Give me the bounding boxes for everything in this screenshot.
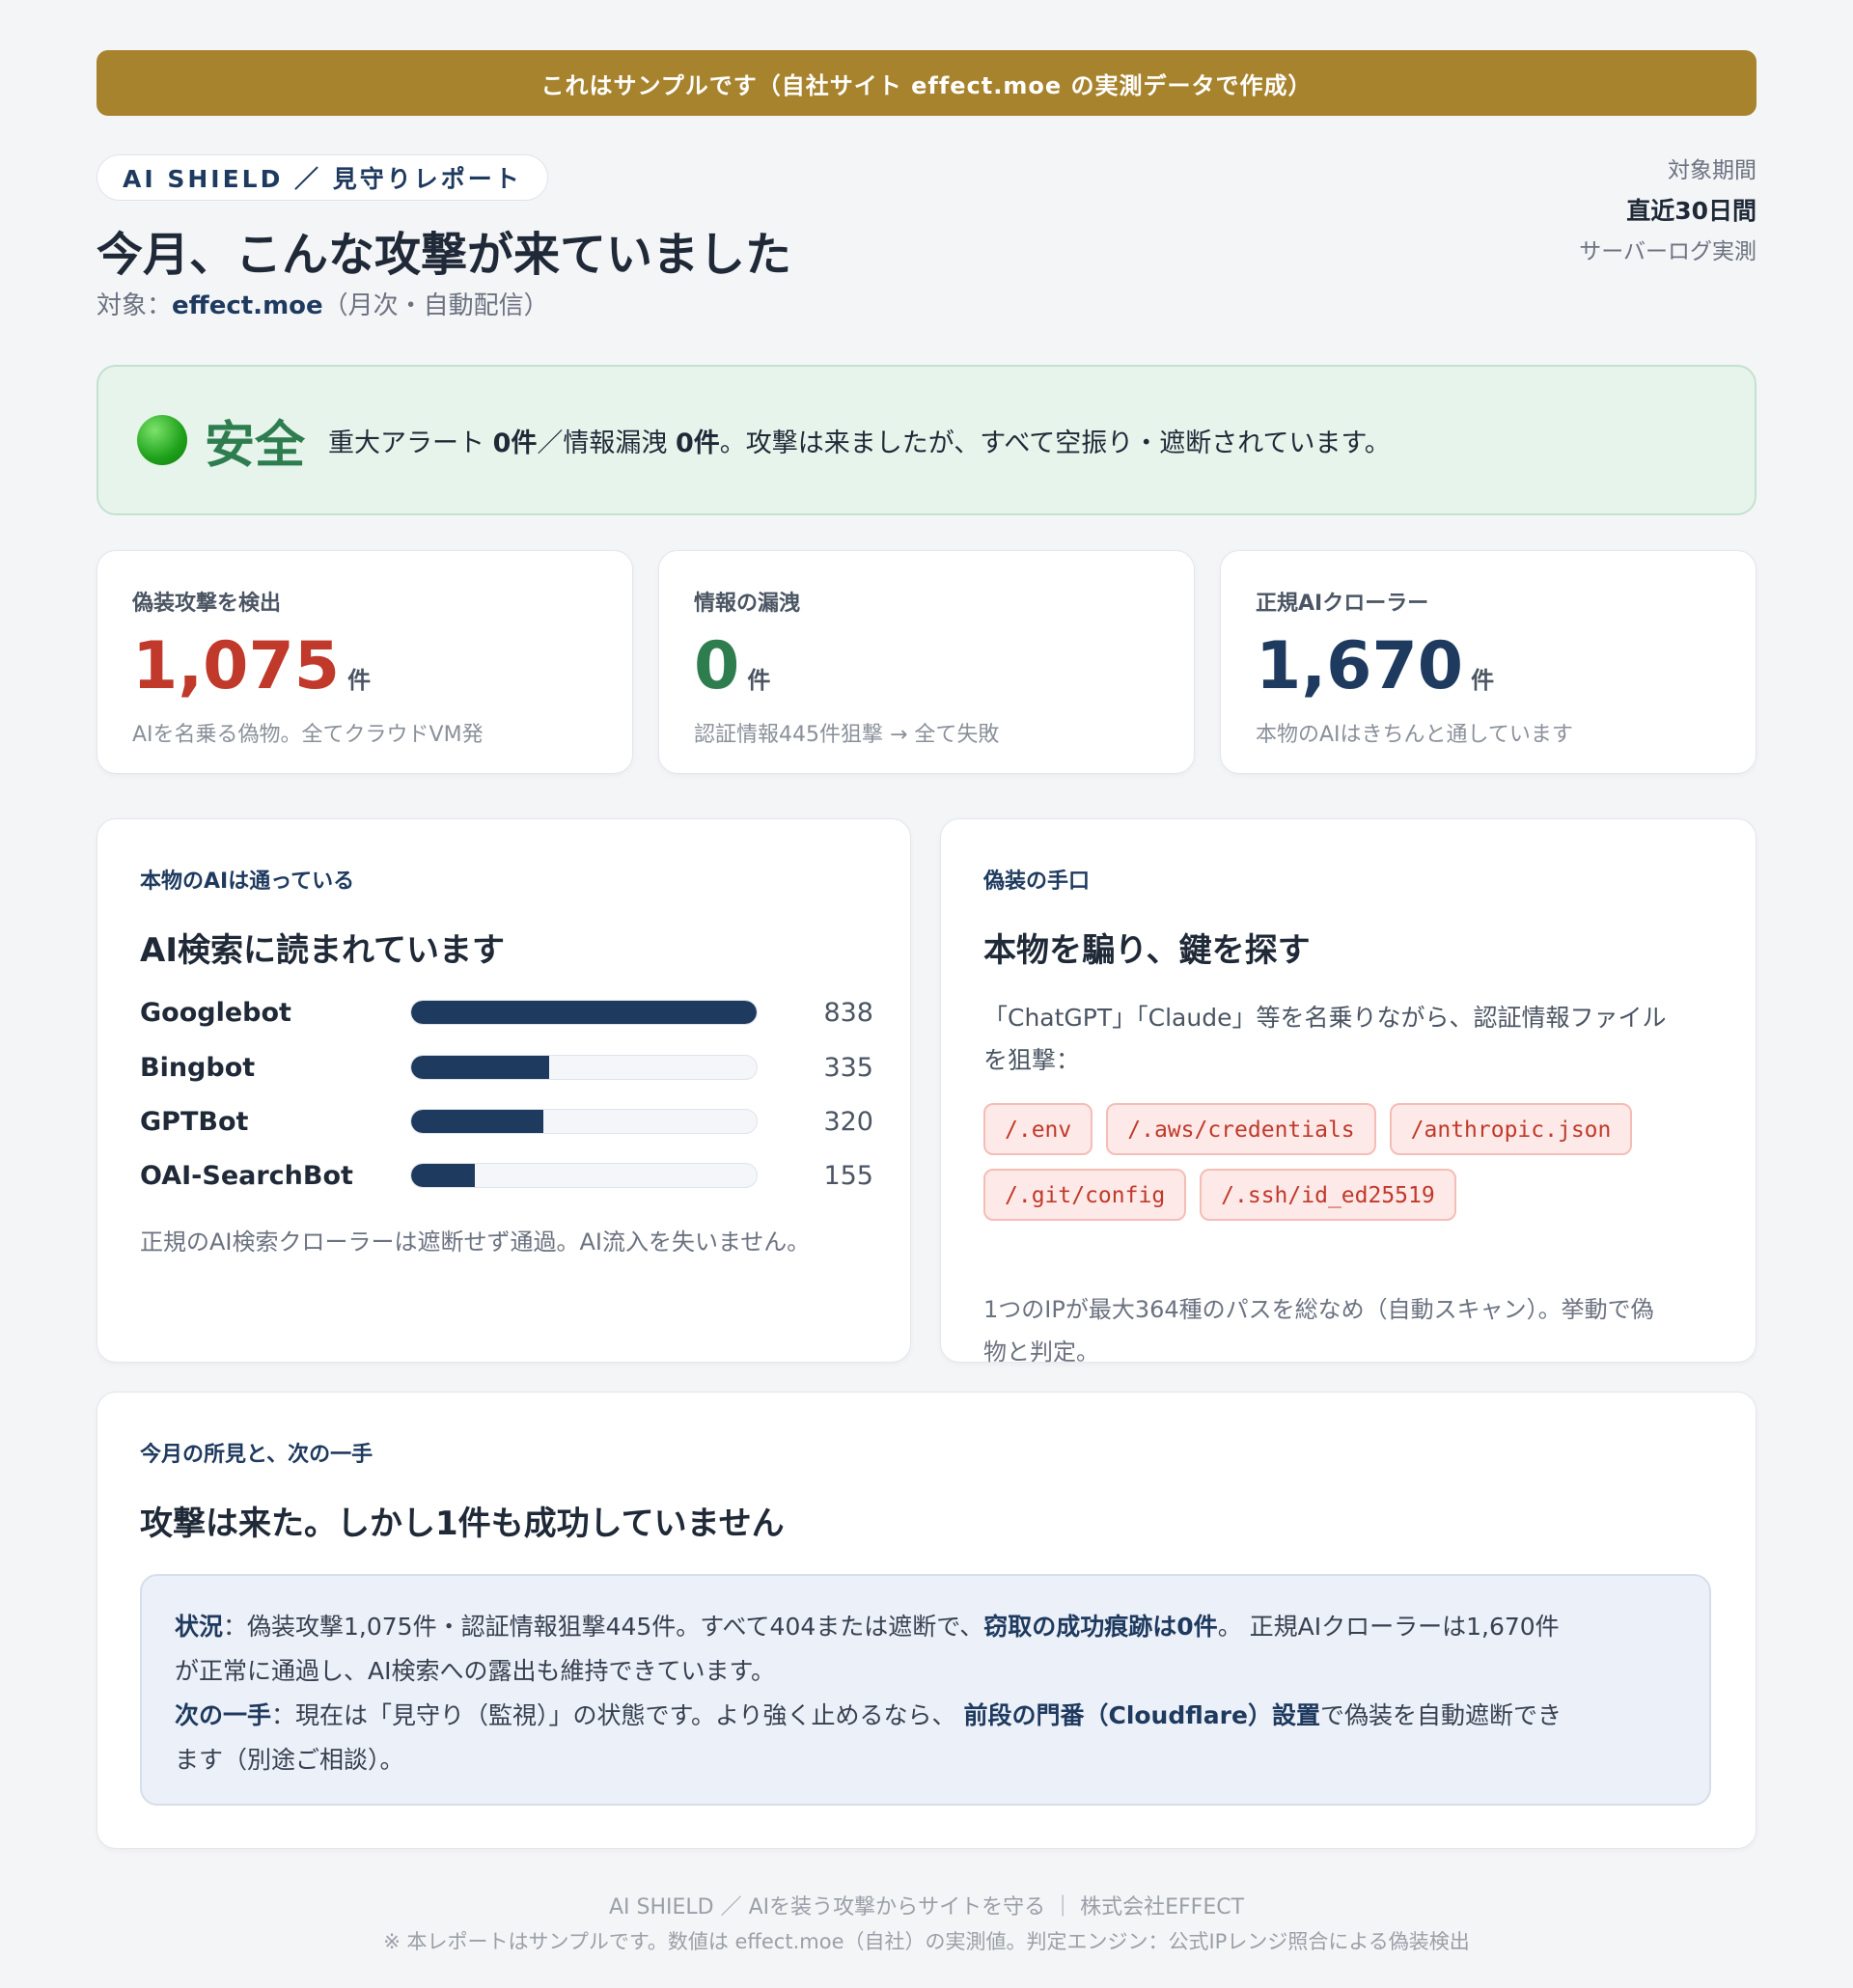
next-heading: 次の一手 (175, 1701, 272, 1729)
metric-label: 情報の漏洩 (694, 592, 801, 616)
crawler-count: 320 (823, 1106, 873, 1137)
crawler-count: 838 (823, 997, 873, 1028)
crawler-name: Googlebot (140, 997, 291, 1028)
metric-label: 偽装攻撃を検出 (132, 592, 282, 616)
status-highlight: 窃取の成功痕跡は0件 (983, 1613, 1218, 1641)
footer-line-1: AI SHIELD ／ AIを装う攻撃からサイトを守る ｜ 株式会社EFFECT (608, 1895, 1245, 1919)
findings-panel: 今月の所見と、次の一手 攻撃は来た。しかし1件も成功していません 状況：偽装攻撃… (97, 1392, 1756, 1849)
crawler-count: 155 (823, 1160, 873, 1191)
crawler-name: OAI-SearchBot (140, 1160, 353, 1191)
path-tag: /.ssh/id_ed25519 (1200, 1169, 1456, 1221)
status-label: 安全 (205, 416, 306, 475)
status-alerts: 0件 (492, 428, 538, 458)
metric-card-spoof: 偽装攻撃を検出 1,075 件 AIを名乗る偽物。全てクラウドVM発 (97, 550, 633, 774)
page-title: 今月、こんな攻撃が来ていました (97, 228, 792, 282)
status-heading: 状況 (175, 1613, 224, 1641)
crawler-bar-track (410, 1055, 758, 1080)
crawler-bar-fill (411, 1001, 757, 1024)
crawler-panel: 本物のAIは通っている AI検索に読まれています Googlebot 838 B… (97, 818, 911, 1363)
findings-next-cont: ます（別途ご相談）。 (175, 1746, 404, 1774)
footer-line-2: ※ 本レポートはサンプルです。数値は effect.moe（自社）の実測値。判定… (383, 1930, 1470, 1953)
period-note: サーバーログ実測 (1579, 239, 1756, 264)
metric-unit: 件 (1471, 667, 1495, 694)
status-msg-2: ／情報漏洩 (537, 428, 676, 458)
sample-banner-text: これはサンプルです（自社サイト effect.moe の実測データで作成） (540, 71, 1313, 99)
target-site: effect.moe (172, 291, 323, 320)
path-tag: /.git/config (983, 1169, 1187, 1221)
crawler-bar-fill (411, 1110, 543, 1133)
report-pill: AI SHIELD ／ 見守りレポート (97, 154, 548, 201)
findings-status-cont: が正常に通過し、AI検索への露出も維持できています。 (175, 1657, 775, 1685)
crawler-bar-track (410, 1163, 758, 1188)
target-path-tags: /.env/.aws/credentials/anthropic.json /.… (983, 1103, 1736, 1234)
metric-note: AIを名乗る偽物。全てクラウドVM発 (132, 723, 484, 747)
crawler-bar-row: Bingbot 335 (140, 1048, 873, 1087)
period-label: 対象期間 (1668, 158, 1756, 183)
status-msg-3: 。攻撃は来ましたが、すべて空振り・遮断されています。 (719, 428, 1391, 458)
findings-box: 状況：偽装攻撃1,075件・認証情報狙撃445件。すべて404または遮断で、窃取… (140, 1574, 1711, 1806)
sample-banner: これはサンプルです（自社サイト effect.moe の実測データで作成） (97, 50, 1756, 116)
spoof-note: 1つのIPが最大364種のパスを総なめ（自動スキャン）。挙動で偽 物と判定。 (983, 1288, 1654, 1373)
metric-card-leak: 情報の漏洩 0件 認証情報445件狙撃 → 全て失敗 (658, 550, 1195, 774)
next-text: ：現在は「見守り（監視）」の状態です。より強く止めるなら、 (271, 1701, 964, 1729)
crawler-kicker: 本物のAIは通っている (140, 870, 355, 894)
crawler-count: 335 (823, 1052, 873, 1083)
report-page: これはサンプルです（自社サイト effect.moe の実測データで作成） AI… (97, 50, 1756, 1849)
status-message: 重大アラート 0件／情報漏洩 0件。攻撃は来ましたが、すべて空振り・遮断されてい… (328, 422, 1391, 459)
next-text: で偽装を自動遮断でき (1319, 1701, 1562, 1729)
status-text: 。 正規AIクローラーは1,670件 (1217, 1613, 1560, 1641)
findings-next: 次の一手：現在は「見守り（監視）」の状態です。より強く止めるなら、 前段の門番（… (175, 1694, 1676, 1738)
path-tag: /anthropic.json (1389, 1103, 1633, 1155)
findings-kicker: 今月の所見と、次の一手 (140, 1443, 373, 1467)
spoof-title: 本物を騙り、鍵を探す (983, 931, 1311, 970)
findings-title: 攻撃は来た。しかし1件も成功していません (140, 1505, 785, 1543)
report-pill-text: AI SHIELD ／ 見守りレポート (123, 165, 522, 193)
path-tag: /.env (983, 1103, 1093, 1155)
status-text: ：偽装攻撃1,075件・認証情報狙撃445件。すべて404または遮断で、 (223, 1613, 984, 1641)
spoof-description: 「ChatGPT」「Claude」等を名乗りながら、認証情報ファイル を狙撃： (983, 997, 1666, 1082)
status-leaks: 0件 (676, 428, 720, 458)
status-banner: 安全 重大アラート 0件／情報漏洩 0件。攻撃は来ましたが、すべて空振り・遮断さ… (97, 365, 1756, 515)
spoof-panel: 偽装の手口 本物を騙り、鍵を探す 「ChatGPT」「Claude」等を名乗りな… (940, 818, 1756, 1366)
green-status-dot-icon (137, 415, 187, 465)
metric-note: 本物のAIはきちんと通しています (1256, 723, 1573, 747)
period-value: 直近30日間 (1626, 197, 1756, 225)
crawler-bar-fill (411, 1056, 550, 1079)
metric-unit: 件 (347, 667, 372, 694)
metric-value: 0 (694, 628, 740, 704)
page-subtitle: 対象：effect.moe（月次・自動配信） (97, 286, 549, 321)
subtitle-suffix: （月次・自動配信） (322, 291, 549, 320)
metric-note: 認証情報445件狙撃 → 全て失敗 (694, 723, 1000, 747)
crawler-bar-fill (411, 1164, 476, 1187)
spoof-note-line-2: 物と判定。 (983, 1339, 1099, 1366)
spoof-desc-line-1: 「ChatGPT」「Claude」等を名乗りながら、認証情報ファイル (983, 1004, 1667, 1032)
metric-unit: 件 (747, 667, 771, 694)
crawler-name: Bingbot (140, 1052, 256, 1083)
crawler-bar-row: GPTBot 320 (140, 1102, 873, 1141)
subtitle-prefix: 対象： (97, 291, 173, 320)
metric-card-crawler: 正規AIクローラー 1,670 件 本物のAIはきちんと通しています (1220, 550, 1756, 774)
metric-value: 1,075 (132, 628, 341, 704)
path-tag: /.aws/credentials (1106, 1103, 1376, 1155)
crawler-title: AI検索に読まれています (140, 931, 505, 970)
crawler-bar-track (410, 1109, 758, 1134)
crawler-note: 正規のAI検索クローラーは遮断せず通過。AI流入を失いません。 (140, 1229, 811, 1256)
metric-cards: 偽装攻撃を検出 1,075 件 AIを名乗る偽物。全てクラウドVM発 情報の漏洩 … (97, 550, 1756, 774)
metric-label: 正規AIクローラー (1256, 592, 1429, 616)
findings-status: 状況：偽装攻撃1,075件・認証情報狙撃445件。すべて404または遮断で、窃取… (175, 1605, 1676, 1649)
crawler-bar-track (410, 1000, 758, 1025)
spoof-desc-line-2: を狙撃： (983, 1046, 1081, 1074)
crawler-name: GPTBot (140, 1106, 249, 1137)
next-highlight: 前段の門番（Cloudflare）設置 (963, 1701, 1320, 1729)
status-msg-1: 重大アラート (328, 428, 493, 458)
report-period: 対象期間 直近30日間 サーバーログ実測 (1579, 151, 1756, 272)
crawler-bar-row: OAI-SearchBot 155 (140, 1156, 873, 1195)
metric-value: 1,670 (1256, 628, 1464, 704)
spoof-note-line-1: 1つのIPが最大364種のパスを総なめ（自動スキャン）。挙動で偽 (983, 1296, 1654, 1323)
crawler-bar-row: Googlebot 838 (140, 993, 873, 1032)
spoof-kicker: 偽装の手口 (983, 870, 1091, 894)
